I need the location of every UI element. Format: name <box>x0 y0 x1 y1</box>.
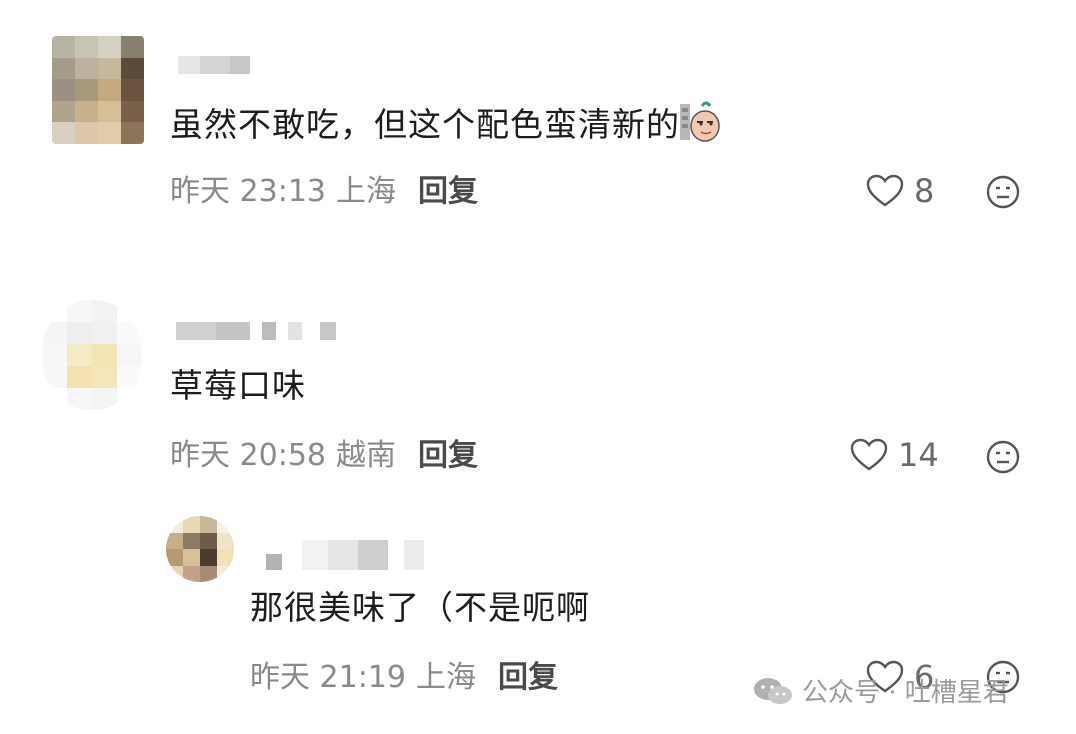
like-count: 8 <box>914 172 935 210</box>
reply-button[interactable]: 回复 <box>418 438 478 473</box>
watermark-text: 公众号 · 吐槽星君 <box>802 678 1009 708</box>
avatar[interactable] <box>52 36 144 144</box>
reply-button[interactable]: 回复 <box>418 174 478 209</box>
username[interactable] <box>178 56 250 74</box>
heart-icon <box>850 438 888 471</box>
neutral-face-icon[interactable] <box>986 175 1020 209</box>
location: 上海 <box>336 174 396 209</box>
smirk-potato-sticker-icon <box>680 101 720 142</box>
wechat-icon <box>754 677 792 704</box>
heart-icon <box>866 174 904 207</box>
comment-text: 那很美味了（不是呃啊 <box>250 588 590 627</box>
like-count: 14 <box>898 436 939 474</box>
reply-button[interactable]: 回复 <box>498 660 558 695</box>
watermark: 公众号 · 吐槽星君 <box>752 672 1009 709</box>
avatar[interactable] <box>166 516 234 582</box>
comment-text: 虽然不敢吃，但这个配色蛮清新的 <box>170 100 720 145</box>
location: 上海 <box>416 660 476 695</box>
avatar[interactable] <box>42 300 142 410</box>
comment-meta: 昨天 20:58 越南 回复 <box>170 436 478 476</box>
timestamp: 昨天 23:13 <box>170 174 326 209</box>
comment-meta: 昨天 21:19 上海 回复 <box>250 658 558 698</box>
timestamp: 昨天 20:58 <box>170 438 326 473</box>
like-button[interactable]: 8 <box>866 172 934 210</box>
comment-text: 草莓口味 <box>170 366 306 405</box>
username[interactable] <box>266 540 424 570</box>
timestamp: 昨天 21:19 <box>250 660 406 695</box>
neutral-face-icon[interactable] <box>986 440 1020 474</box>
comment-body: 虽然不敢吃，但这个配色蛮清新的 <box>170 105 680 144</box>
username[interactable] <box>176 322 336 340</box>
like-button[interactable]: 14 <box>850 436 939 474</box>
location: 越南 <box>336 438 396 473</box>
comment-meta: 昨天 23:13 上海 回复 <box>170 172 478 212</box>
